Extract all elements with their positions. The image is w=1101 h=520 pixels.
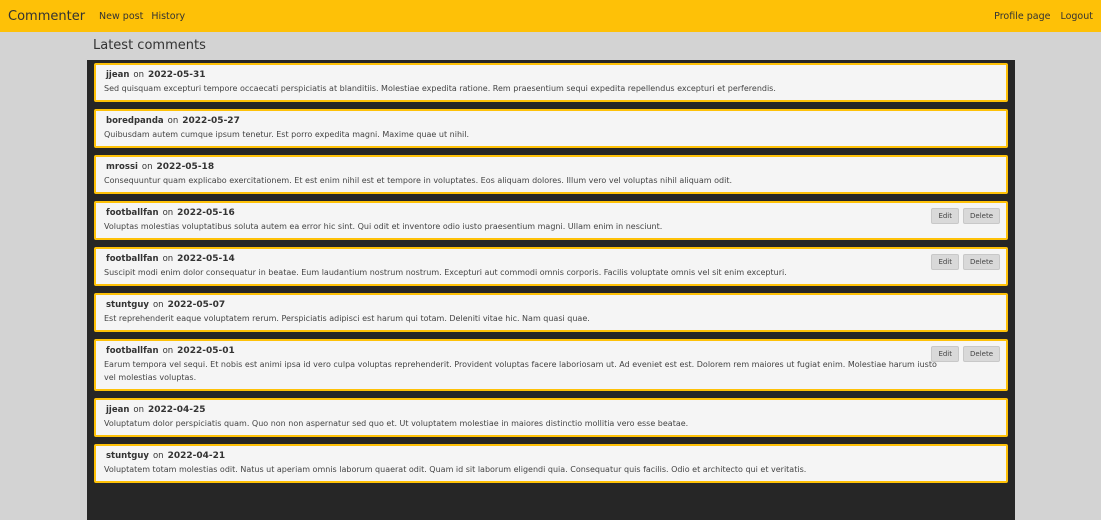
comment-date: 2022-04-21 xyxy=(167,451,226,461)
comment-on-label: on xyxy=(152,300,164,310)
comment-author: footballfan xyxy=(106,346,159,356)
comment-text: Earum tempora vel sequi. Et nobis est an… xyxy=(104,360,937,382)
comment-meta: footballfan on 2022-05-01 xyxy=(104,345,998,358)
comment-on-label: on xyxy=(162,208,174,218)
comment-text: Quibusdam autem cumque ipsum tenetur. Es… xyxy=(104,130,469,139)
brand-link[interactable]: Commenter xyxy=(8,9,85,24)
comment-author: jjean xyxy=(106,70,130,80)
comment-meta: jjean on 2022-05-31 xyxy=(104,69,998,82)
comment-card: stuntguy on 2022-04-21 Voluptatem totam mol… xyxy=(94,444,1008,483)
comment-card: jjean on 2022-05-31 Sed quisquam excepturi … xyxy=(94,63,1008,102)
comment-actions: Edit Delete xyxy=(927,346,1000,362)
comment-author: footballfan xyxy=(106,254,159,264)
nav-history-link[interactable]: History xyxy=(151,11,185,22)
comment-meta: mrossi on 2022-05-18 xyxy=(104,161,998,174)
comment-meta: footballfan on 2022-05-16 xyxy=(104,207,998,220)
comment-author: jjean xyxy=(106,405,130,415)
edit-comment-button[interactable]: Edit xyxy=(931,254,959,270)
comment-actions: Edit Delete xyxy=(927,208,1000,224)
comment-text: Voluptatum dolor perspiciatis quam. Quo … xyxy=(104,419,689,428)
edit-comment-button[interactable]: Edit xyxy=(931,346,959,362)
comment-date: 2022-05-14 xyxy=(177,254,235,264)
comment-author: boredpanda xyxy=(106,116,164,126)
comment-card: stuntguy on 2022-05-07 Est reprehenderit ea… xyxy=(94,293,1008,332)
delete-comment-button[interactable]: Delete xyxy=(963,346,1000,362)
comment-meta: stuntguy on 2022-05-07 xyxy=(104,299,998,312)
comment-text: Voluptatem totam molestias odit. Natus u… xyxy=(104,465,807,474)
comment-list: jjean on 2022-05-31 Sed quisquam excepturi … xyxy=(87,60,1015,520)
comment-author: footballfan xyxy=(106,208,159,218)
top-navbar: Commenter New post History Profile page … xyxy=(0,0,1101,32)
comment-card: footballfan on 2022-05-14 Suscipit modi eni… xyxy=(94,247,1008,286)
comment-date: 2022-05-07 xyxy=(167,300,226,310)
comment-meta: boredpanda on 2022-05-27 xyxy=(104,115,998,128)
nav-logout-link[interactable]: Logout xyxy=(1060,11,1093,22)
comment-on-label: on xyxy=(162,346,174,356)
comment-date: 2022-04-25 xyxy=(147,405,206,415)
comment-text: Est reprehenderit eaque voluptatem rerum… xyxy=(104,314,590,323)
comment-on-label: on xyxy=(133,70,144,80)
page-title: Latest comments xyxy=(93,38,206,53)
comment-actions: Edit Delete xyxy=(927,254,1000,270)
comment-date: 2022-05-27 xyxy=(182,116,240,126)
comment-on-label: on xyxy=(167,116,179,126)
delete-comment-button[interactable]: Delete xyxy=(963,254,1000,270)
comment-meta: jjean on 2022-04-25 xyxy=(104,404,998,417)
comment-meta: stuntguy on 2022-04-21 xyxy=(104,450,998,463)
comment-on-label: on xyxy=(133,405,144,415)
comment-on-label: on xyxy=(162,254,174,264)
edit-comment-button[interactable]: Edit xyxy=(931,208,959,224)
comment-author: stuntguy xyxy=(106,300,149,310)
comment-date: 2022-05-01 xyxy=(177,346,235,356)
comment-on-label: on xyxy=(152,451,164,461)
comment-card: footballfan on 2022-05-16 Voluptas molestia… xyxy=(94,201,1008,240)
comment-date: 2022-05-18 xyxy=(156,162,215,172)
comment-card: mrossi on 2022-05-18 Consequuntur quam expl… xyxy=(94,155,1008,194)
nav-new-post-link[interactable]: New post xyxy=(99,11,143,22)
delete-comment-button[interactable]: Delete xyxy=(963,208,1000,224)
comment-card: footballfan on 2022-05-01 Earum tempora vel… xyxy=(94,339,1008,391)
comment-date: 2022-05-16 xyxy=(177,208,235,218)
comment-meta: footballfan on 2022-05-14 xyxy=(104,253,998,266)
comment-text: Sed quisquam excepturi tempore occaecati… xyxy=(104,84,776,93)
main-container: Latest comments jjean on 2022-05-31 Sed qui… xyxy=(87,32,1015,520)
comment-card: jjean on 2022-04-25 Voluptatum dolor perspi… xyxy=(94,398,1008,437)
nav-right-group: Profile page Logout xyxy=(984,11,1093,22)
nav-profile-link[interactable]: Profile page xyxy=(994,11,1050,22)
comment-text: Voluptas molestias voluptatibus soluta a… xyxy=(104,222,663,231)
comment-card: boredpanda on 2022-05-27 Quibusdam autem cu… xyxy=(94,109,1008,148)
comment-text: Consequuntur quam explicabo exercitation… xyxy=(104,176,732,185)
comment-date: 2022-05-31 xyxy=(147,70,206,80)
comment-text: Suscipit modi enim dolor consequatur in … xyxy=(104,268,787,277)
comment-author: mrossi xyxy=(106,162,138,172)
comment-author: stuntguy xyxy=(106,451,149,461)
comment-on-label: on xyxy=(141,162,153,172)
